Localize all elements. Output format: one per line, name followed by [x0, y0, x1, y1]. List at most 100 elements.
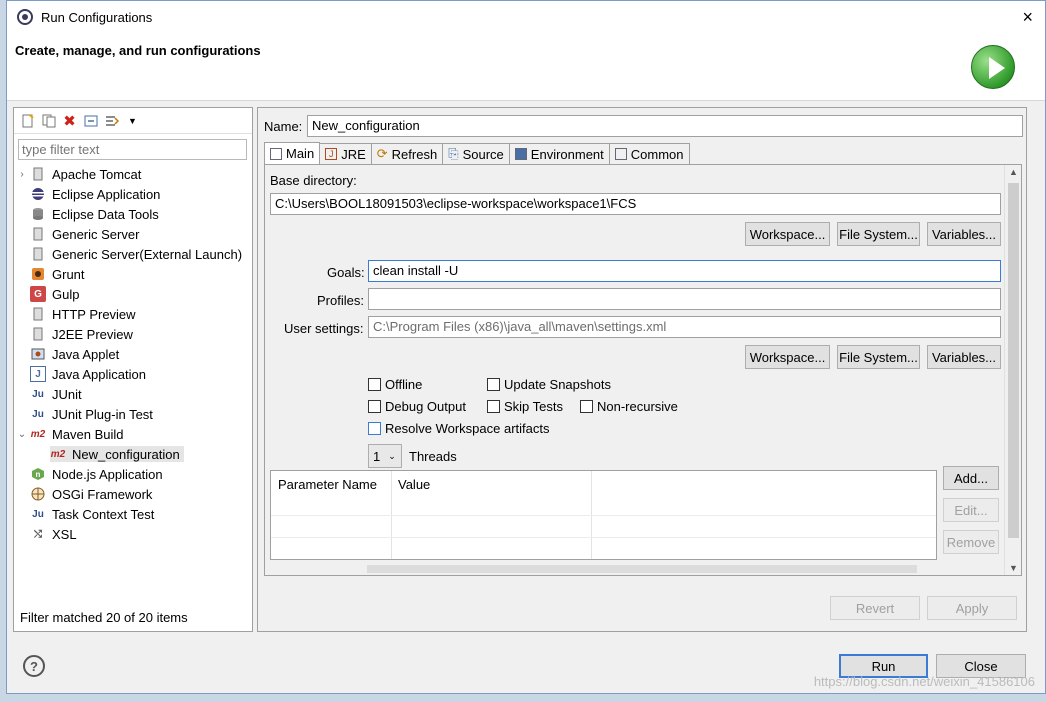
tree-item-label: Eclipse Application [52, 186, 161, 202]
tree-item-nodejs-application[interactable]: n Node.js Application [14, 464, 252, 484]
tree-item-gulp[interactable]: G Gulp [14, 284, 252, 304]
tree-item-label: New_configuration [72, 446, 180, 462]
environment-icon [514, 148, 527, 160]
base-directory-label: Base directory: [270, 173, 357, 188]
m2-icon: m2 [30, 428, 46, 440]
user-settings-field[interactable]: C:\Program Files (x86)\java_all\maven\se… [368, 316, 1001, 338]
skip-tests-checkbox[interactable]: Skip Tests [487, 399, 563, 414]
variables-button-2[interactable]: Variables... [927, 345, 1001, 369]
offline-checkbox[interactable]: Offline [368, 377, 422, 392]
scroll-down-icon[interactable]: ▼ [1005, 563, 1021, 573]
update-snapshots-checkbox[interactable]: Update Snapshots [487, 377, 611, 392]
source-icon: ⎘ [448, 146, 459, 161]
file-system-button-2[interactable]: File System... [837, 345, 920, 369]
parameters-table[interactable]: Parameter Name Value [270, 470, 937, 560]
tree-item-j2ee-preview[interactable]: J2EE Preview [14, 324, 252, 344]
junit-icon: Ju [32, 388, 44, 400]
tree-item-generic-server-external[interactable]: Generic Server(External Launch) [14, 244, 252, 264]
delete-icon[interactable]: ✖ [62, 113, 77, 130]
new-config-icon[interactable] [20, 113, 35, 128]
jre-icon: J [325, 148, 338, 160]
tree-item-label: Java Application [52, 366, 146, 382]
scroll-thumb[interactable] [1008, 183, 1019, 538]
grunt-icon [30, 266, 46, 282]
help-icon[interactable]: ? [23, 655, 45, 677]
scroll-up-icon[interactable]: ▲ [1005, 167, 1021, 177]
chevron-down-icon: ⌄ [388, 450, 396, 461]
tree-item-grunt[interactable]: Grunt [14, 264, 252, 284]
goals-label: Goals: [327, 265, 365, 280]
database-icon [30, 206, 46, 222]
debug-output-checkbox[interactable]: Debug Output [368, 399, 466, 414]
threads-label: Threads [409, 449, 457, 464]
duplicate-icon[interactable] [41, 113, 56, 128]
tree-item-task-context-test[interactable]: Ju Task Context Test [14, 504, 252, 524]
tree-item-generic-server[interactable]: Generic Server [14, 224, 252, 244]
java-app-icon: J [30, 366, 46, 382]
tree-item-eclipse-application[interactable]: Eclipse Application [14, 184, 252, 204]
filter-input[interactable] [18, 139, 247, 160]
tree-item-new-configuration[interactable]: m2 New_configuration [14, 444, 252, 464]
workspace-button[interactable]: Workspace... [745, 222, 830, 246]
apply-button[interactable]: Apply [927, 596, 1017, 620]
horizontal-scrollbar[interactable] [367, 565, 917, 573]
goals-field[interactable]: clean install -U [368, 260, 1001, 282]
base-directory-field[interactable]: C:\Users\BOOL18091503\eclipse-workspace\… [270, 193, 1001, 215]
tree-item-label: Generic Server(External Launch) [52, 246, 243, 262]
tab-environment[interactable]: Environment [508, 143, 610, 164]
close-window-button[interactable]: × [1022, 7, 1033, 28]
tree-item-java-application[interactable]: J Java Application [14, 364, 252, 384]
tree-item-apache-tomcat[interactable]: › Apache Tomcat [14, 164, 252, 184]
remove-button[interactable]: Remove [943, 530, 999, 554]
server-icon [30, 246, 46, 262]
tab-common[interactable]: Common [608, 143, 690, 164]
tree-item-label: J2EE Preview [52, 326, 133, 342]
tree-item-junit-plugin-test[interactable]: Ju JUnit Plug-in Test [14, 404, 252, 424]
tree-item-label: HTTP Preview [52, 306, 136, 322]
value-header[interactable]: Value [398, 477, 430, 492]
param-name-header[interactable]: Parameter Name [278, 477, 377, 492]
watermark: https://blog.csdn.net/weixin_41586106 [813, 674, 1035, 689]
tree-item-xsl[interactable]: ⤭ XSL [14, 524, 252, 544]
resolve-workspace-checkbox[interactable]: Resolve Workspace artifacts [368, 421, 550, 436]
config-type-pane: ✖ ▼ › Apache Tomcat Eclipse Application [13, 107, 253, 632]
tab-jre[interactable]: J JRE [319, 143, 372, 164]
revert-button[interactable]: Revert [830, 596, 920, 620]
expand-arrow-icon[interactable]: ⌄ [14, 429, 30, 440]
threads-select[interactable]: 1 ⌄ [368, 444, 402, 468]
eclipse-icon [30, 186, 46, 202]
tree-item-maven-build[interactable]: ⌄ m2 Maven Build [14, 424, 252, 444]
xsl-icon: ⤭ [34, 528, 42, 540]
tree-item-eclipse-data-tools[interactable]: Eclipse Data Tools [14, 204, 252, 224]
chevron-down-icon[interactable]: ▼ [125, 113, 140, 128]
collapse-all-icon[interactable] [83, 113, 98, 128]
expand-arrow-icon[interactable]: › [14, 169, 30, 180]
profiles-field[interactable] [368, 288, 1001, 310]
tree-item-http-preview[interactable]: HTTP Preview [14, 304, 252, 324]
tree-item-junit[interactable]: Ju JUnit [14, 384, 252, 404]
tree-item-label: Maven Build [52, 426, 124, 442]
add-button[interactable]: Add... [943, 466, 999, 490]
workspace-button-2[interactable]: Workspace... [745, 345, 830, 369]
common-icon [614, 148, 627, 160]
filter-status: Filter matched 20 of 20 items [20, 610, 188, 625]
tab-refresh[interactable]: ⟳ Refresh [370, 143, 444, 164]
vertical-scrollbar[interactable]: ▲ ▼ [1004, 165, 1021, 575]
tree-item-label: Task Context Test [52, 506, 155, 522]
tab-main[interactable]: Main [264, 142, 321, 164]
server-icon [30, 306, 46, 322]
tree-item-java-applet[interactable]: Java Applet [14, 344, 252, 364]
tomcat-icon [30, 166, 46, 182]
tab-source[interactable]: ⎘ Source [442, 143, 510, 164]
m2-icon: m2 [50, 448, 66, 460]
edit-button[interactable]: Edit... [943, 498, 999, 522]
left-toolbar: ✖ ▼ [14, 108, 252, 134]
tree-item-label: Node.js Application [52, 466, 163, 482]
variables-button[interactable]: Variables... [927, 222, 1001, 246]
non-recursive-checkbox[interactable]: Non-recursive [580, 399, 678, 414]
tree-item-osgi-framework[interactable]: OSGi Framework [14, 484, 252, 504]
file-system-button[interactable]: File System... [837, 222, 920, 246]
filter-icon[interactable] [104, 113, 119, 128]
name-field[interactable]: New_configuration [307, 115, 1023, 137]
tree-item-label: XSL [52, 526, 77, 542]
